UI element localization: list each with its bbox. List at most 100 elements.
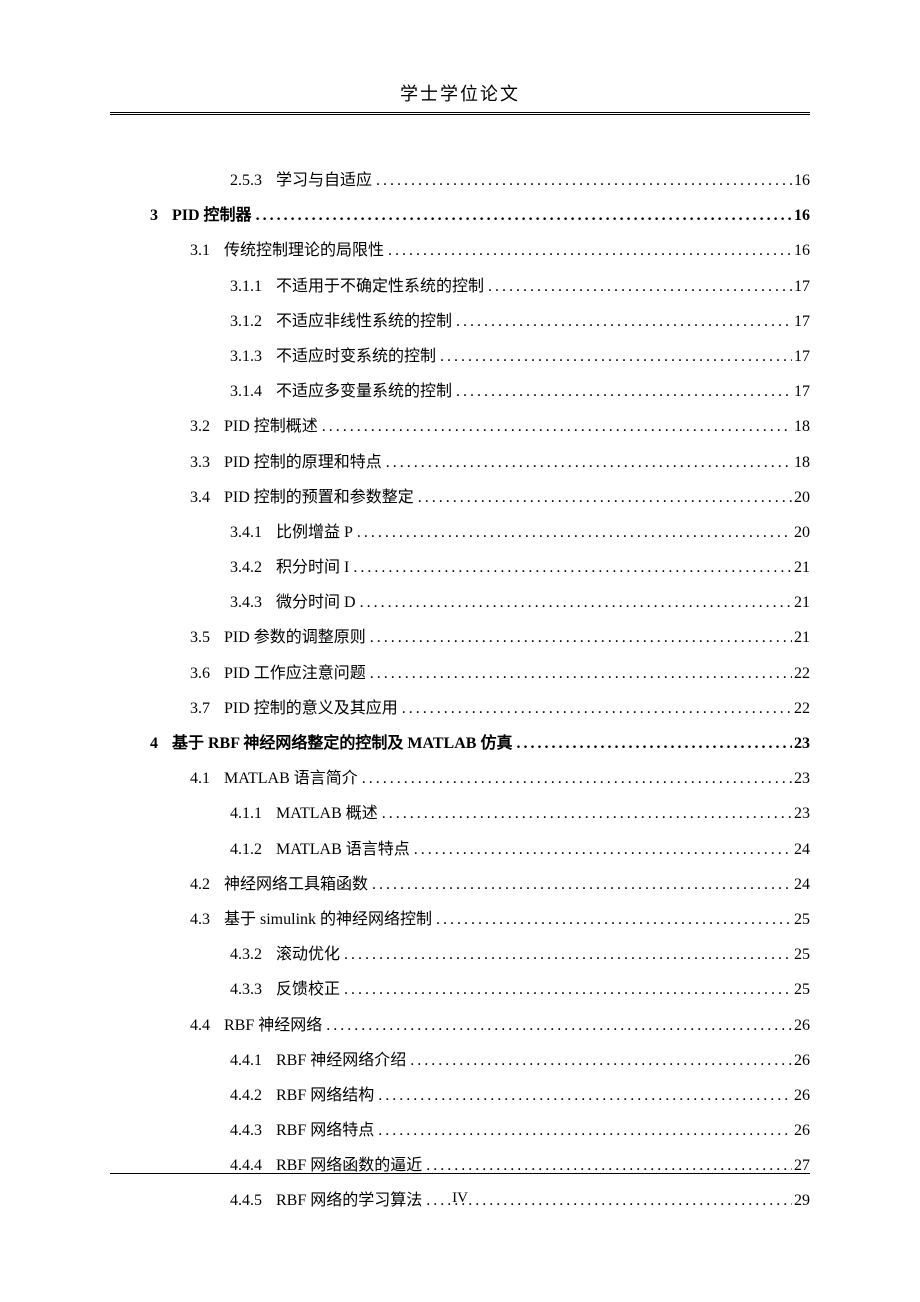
toc-entry: 2.5.3学习与自适应16 bbox=[110, 163, 810, 198]
toc-entry-number: 4.4.4 bbox=[230, 1148, 276, 1183]
toc-entry-number: 2.5.3 bbox=[230, 163, 276, 198]
toc-leader-dots bbox=[358, 761, 792, 796]
toc-entry-page: 26 bbox=[792, 1043, 810, 1078]
toc-entry-label: PID 控制器 bbox=[172, 198, 252, 233]
toc-leader-dots bbox=[452, 374, 792, 409]
toc-entry-page: 26 bbox=[792, 1113, 810, 1148]
page-content: 学士学位论文 2.5.3学习与自适应163PID 控制器163.1传统控制理论的… bbox=[0, 0, 920, 1219]
toc-entry: 3.1.2不适应非线性系统的控制17 bbox=[110, 304, 810, 339]
toc-entry-label: MATLAB 概述 bbox=[276, 796, 378, 831]
toc-entry-label: 不适用于不确定性系统的控制 bbox=[276, 269, 484, 304]
toc-entry-label: RBF 神经网络 bbox=[224, 1008, 322, 1043]
toc-leader-dots bbox=[340, 937, 792, 972]
toc-entry-number: 4.4.3 bbox=[230, 1113, 276, 1148]
toc-entry-page: 18 bbox=[792, 409, 810, 444]
toc-entry-number: 3.3 bbox=[190, 445, 224, 480]
toc-entry: 3.1.3不适应时变系统的控制17 bbox=[110, 339, 810, 374]
toc-leader-dots bbox=[484, 269, 792, 304]
toc-entry-label: 反馈校正 bbox=[276, 972, 340, 1007]
toc-entry: 3.4.3微分时间 D21 bbox=[110, 585, 810, 620]
toc-leader-dots bbox=[452, 304, 792, 339]
toc-entry-number: 3.2 bbox=[190, 409, 224, 444]
toc-entry-number: 3.4 bbox=[190, 480, 224, 515]
toc-entry-page: 27 bbox=[792, 1148, 810, 1183]
toc-entry-number: 4.1.2 bbox=[230, 832, 276, 867]
toc-entry-number: 4.3.2 bbox=[230, 937, 276, 972]
toc-entry: 3.2PID 控制概述18 bbox=[110, 409, 810, 444]
toc-entry-number: 3.4.2 bbox=[230, 550, 276, 585]
toc-entry-page: 23 bbox=[792, 761, 810, 796]
toc-entry-number: 3.1.1 bbox=[230, 269, 276, 304]
toc-entry-page: 16 bbox=[792, 233, 810, 268]
toc-entry: 3.1传统控制理论的局限性16 bbox=[110, 233, 810, 268]
toc-entry-page: 24 bbox=[792, 867, 810, 902]
toc-leader-dots bbox=[340, 972, 792, 1007]
footer-rule bbox=[110, 1173, 810, 1174]
header-rule-top bbox=[110, 112, 810, 113]
toc-entry-label: 积分时间 I bbox=[276, 550, 349, 585]
toc-entry: 4.4.3RBF 网络特点 26 bbox=[110, 1113, 810, 1148]
toc-entry: 4.1.1MATLAB 概述23 bbox=[110, 796, 810, 831]
toc-entry-label: PID 参数的调整原则 bbox=[224, 620, 366, 655]
toc-entry: 3.4.2积分时间 I 21 bbox=[110, 550, 810, 585]
toc-entry-label: RBF 神经网络介绍 bbox=[276, 1043, 406, 1078]
toc-entry-label: RBF 网络函数的逼近 bbox=[276, 1148, 422, 1183]
toc-entry-number: 3 bbox=[150, 198, 172, 233]
toc-entry: 4.1MATLAB 语言简介23 bbox=[110, 761, 810, 796]
toc-entry-page: 25 bbox=[792, 972, 810, 1007]
toc-leader-dots bbox=[384, 233, 792, 268]
toc-leader-dots bbox=[353, 515, 792, 550]
toc-entry-number: 3.4.1 bbox=[230, 515, 276, 550]
toc-entry-label: 滚动优化 bbox=[276, 937, 340, 972]
header-rule-bottom bbox=[110, 114, 810, 115]
toc-entry: 3PID 控制器 16 bbox=[110, 198, 810, 233]
toc-entry: 4.4.4RBF 网络函数的逼近 27 bbox=[110, 1148, 810, 1183]
toc-entry-page: 26 bbox=[792, 1078, 810, 1113]
toc-leader-dots bbox=[512, 726, 792, 761]
toc-entry: 3.4PID 控制的预置和参数整定20 bbox=[110, 480, 810, 515]
toc-entry-page: 22 bbox=[792, 691, 810, 726]
toc-entry-number: 3.7 bbox=[190, 691, 224, 726]
toc-entry-page: 25 bbox=[792, 937, 810, 972]
toc-entry: 3.1.4不适应多变量系统的控制17 bbox=[110, 374, 810, 409]
toc-entry: 3.5PID 参数的调整原则21 bbox=[110, 620, 810, 655]
toc-leader-dots bbox=[366, 656, 792, 691]
toc-entry: 4.3.3反馈校正 25 bbox=[110, 972, 810, 1007]
toc-entry-label: PID 工作应注意问题 bbox=[224, 656, 366, 691]
toc-entry-page: 21 bbox=[792, 550, 810, 585]
toc-entry-label: PID 控制的意义及其应用 bbox=[224, 691, 398, 726]
toc-entry-page: 16 bbox=[792, 198, 810, 233]
toc-entry-label: PID 控制的原理和特点 bbox=[224, 445, 382, 480]
toc-entry: 4.4RBF 神经网络26 bbox=[110, 1008, 810, 1043]
toc-entry-label: 微分时间 D bbox=[276, 585, 356, 620]
toc-entry-page: 17 bbox=[792, 339, 810, 374]
toc-leader-dots bbox=[398, 691, 792, 726]
toc-leader-dots bbox=[318, 409, 792, 444]
toc-entry-label: 比例增益 P bbox=[276, 515, 353, 550]
toc-entry-label: RBF 网络特点 bbox=[276, 1113, 374, 1148]
toc-entry: 3.6PID 工作应注意问题22 bbox=[110, 656, 810, 691]
toc-leader-dots bbox=[422, 1148, 792, 1183]
toc-entry-number: 4.2 bbox=[190, 867, 224, 902]
toc-entry-page: 23 bbox=[792, 726, 810, 761]
toc-entry: 4.4.1RBF 神经网络介绍 26 bbox=[110, 1043, 810, 1078]
toc-entry-page: 25 bbox=[792, 902, 810, 937]
toc-entry-label: 传统控制理论的局限性 bbox=[224, 233, 384, 268]
toc-entry-label: 神经网络工具箱函数 bbox=[224, 867, 368, 902]
toc-entry: 4.1.2MATLAB 语言特点24 bbox=[110, 832, 810, 867]
toc-entry: 4.2神经网络工具箱函数 24 bbox=[110, 867, 810, 902]
table-of-contents: 2.5.3学习与自适应163PID 控制器163.1传统控制理论的局限性163.… bbox=[110, 163, 810, 1219]
toc-leader-dots bbox=[252, 198, 792, 233]
page-number: IV bbox=[0, 1190, 920, 1207]
toc-entry: 4.3.2滚动优化 25 bbox=[110, 937, 810, 972]
toc-leader-dots bbox=[406, 1043, 792, 1078]
toc-entry-page: 20 bbox=[792, 515, 810, 550]
toc-entry-number: 4.3.3 bbox=[230, 972, 276, 1007]
toc-entry: 3.3PID 控制的原理和特点18 bbox=[110, 445, 810, 480]
toc-entry-label: 学习与自适应 bbox=[276, 163, 372, 198]
toc-leader-dots bbox=[414, 480, 792, 515]
toc-entry-number: 4.4.1 bbox=[230, 1043, 276, 1078]
toc-leader-dots bbox=[368, 867, 792, 902]
toc-entry-label: 不适应多变量系统的控制 bbox=[276, 374, 452, 409]
toc-entry-number: 4 bbox=[150, 726, 172, 761]
